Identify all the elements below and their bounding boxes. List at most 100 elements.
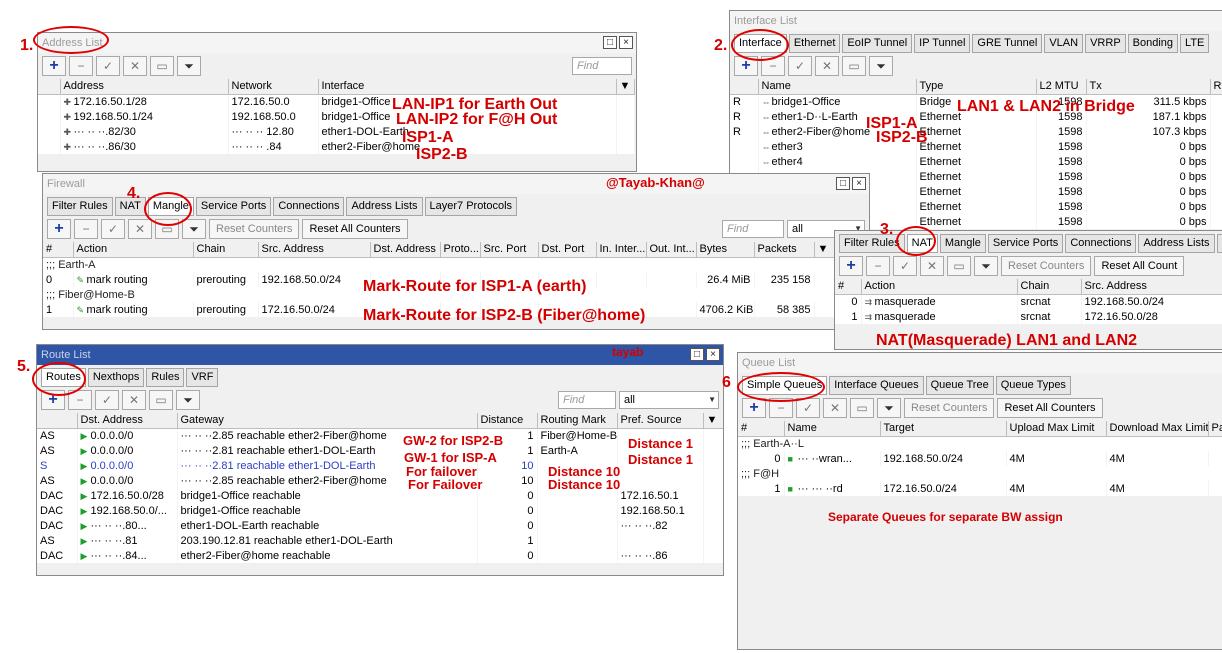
tab-filter-rules[interactable]: Filter Rules [47, 197, 113, 216]
tab-bonding[interactable]: Bonding [1127, 34, 1179, 53]
enable-icon[interactable]: ✓ [96, 56, 120, 76]
col-pa[interactable]: Pa [1208, 421, 1222, 437]
disable-icon[interactable]: ✕ [128, 219, 152, 239]
tab-ip-tunnel[interactable]: IP Tunnel [914, 34, 971, 53]
restore-button[interactable]: □ [603, 36, 617, 49]
disable-icon[interactable]: ✕ [920, 256, 944, 276]
tab-connections[interactable]: Connections [1065, 234, 1137, 253]
tab-connections[interactable]: Connections [273, 197, 345, 216]
tab-mangle[interactable]: Mangle [939, 234, 986, 253]
col-src-address[interactable]: Src. Address [258, 242, 371, 258]
reset-all-counters-button[interactable]: Reset All Count [1094, 256, 1185, 276]
tab-service-ports[interactable]: Service Ports [987, 234, 1064, 253]
filter-icon[interactable]: ⏷ [177, 56, 201, 76]
comment-icon[interactable]: ▭ [947, 256, 971, 276]
col-chain[interactable]: Chain [1017, 279, 1082, 295]
chevron-down-icon[interactable]: ▼ [703, 413, 723, 429]
close-button[interactable]: × [852, 177, 866, 190]
remove-icon[interactable]: − [866, 256, 890, 276]
add-icon[interactable]: + [839, 256, 863, 276]
disable-icon[interactable]: ✕ [122, 390, 146, 410]
remove-icon[interactable]: − [74, 219, 98, 239]
col-src-address[interactable]: Src. Address [1081, 279, 1222, 295]
table-row[interactable]: R ⇔ether2-Fiber@home Ethernet 1598 107.3 kbp… [730, 124, 1222, 139]
col-interface[interactable]: Interface [318, 79, 617, 95]
comment-icon[interactable]: ▭ [149, 390, 173, 410]
tab-rules[interactable]: Rules [146, 368, 185, 387]
tab-queue-tree[interactable]: Queue Tree [925, 376, 994, 395]
reset-all-counters-button[interactable]: Reset All Counters [997, 398, 1103, 418]
col-packets[interactable]: Packets [754, 242, 815, 258]
tab-layer7-protocols[interactable]: Layer7 Protocols [424, 197, 518, 216]
table-row[interactable]: AS ▶ 0.0.0.0/0 ··· ·· ··2.81 reachable ethe… [37, 443, 723, 458]
col-network[interactable]: Network [228, 79, 319, 95]
filter-icon[interactable]: ⏷ [182, 219, 206, 239]
add-icon[interactable]: + [42, 56, 66, 76]
col-rx[interactable]: Rx [1210, 79, 1222, 95]
tab-nexthops[interactable]: Nexthops [87, 368, 145, 387]
table-row[interactable]: AS ▶ 0.0.0.0/0 ··· ·· ··2.85 reachable ethe… [37, 428, 723, 443]
enable-icon[interactable]: ✓ [101, 219, 125, 239]
close-button[interactable]: × [706, 348, 720, 361]
col-bytes[interactable]: Bytes [696, 242, 755, 258]
tab-laye[interactable]: Laye [1216, 234, 1222, 253]
route-find-input[interactable]: Find [558, 391, 616, 409]
firewall-find-input[interactable]: Find [722, 220, 784, 238]
col--[interactable]: # [43, 242, 74, 258]
filter-icon[interactable]: ⏷ [877, 398, 901, 418]
tab-service-ports[interactable]: Service Ports [195, 197, 272, 216]
col-upload-max[interactable]: Upload Max Limit [1006, 421, 1107, 437]
col-dst-address[interactable]: Dst. Address [77, 413, 178, 429]
remove-icon[interactable]: − [69, 56, 93, 76]
col-dst-port[interactable]: Dst. Port [538, 242, 597, 258]
table-row[interactable]: 1 ■ ··· ··· ··rd 172.16.50.0/24 4M 4M [738, 481, 1222, 496]
tab-lte[interactable]: LTE [1180, 34, 1210, 53]
table-row[interactable]: DAC ▶ ··· ·· ··.80... ether1-DOL-Earth reac… [37, 518, 723, 533]
table-row[interactable]: ✚ ··· ·· ··.86/30 ··· ·· ·· .84 ether2-Fibe… [38, 139, 635, 154]
comment-icon[interactable]: ▭ [850, 398, 874, 418]
enable-icon[interactable]: ✓ [95, 390, 119, 410]
enable-icon[interactable]: ✓ [893, 256, 917, 276]
route-filter-select[interactable]: all [619, 391, 719, 409]
table-row[interactable]: ⇔ether4 Ethernet 1598 0 bps [730, 154, 1222, 169]
reset-counters-button[interactable]: Reset Counters [1001, 256, 1092, 276]
address-find-input[interactable]: Find [572, 57, 632, 75]
col-gateway[interactable]: Gateway [177, 413, 478, 429]
comment-icon[interactable]: ▭ [150, 56, 174, 76]
col-distance[interactable]: Distance [477, 413, 538, 429]
filter-icon[interactable]: ⏷ [869, 56, 893, 76]
enable-icon[interactable]: ✓ [796, 398, 820, 418]
reset-all-counters-button[interactable]: Reset All Counters [302, 219, 408, 239]
disable-icon[interactable]: ✕ [823, 398, 847, 418]
col-tx[interactable]: Tx [1086, 79, 1211, 95]
filter-icon[interactable]: ⏷ [974, 256, 998, 276]
tab-filter-rules[interactable]: Filter Rules [839, 234, 905, 253]
restore-button[interactable]: □ [836, 177, 850, 190]
col-download-max[interactable]: Download Max Limit [1106, 421, 1209, 437]
disable-icon[interactable]: ✕ [815, 56, 839, 76]
tab-vlan[interactable]: VLAN [1044, 34, 1084, 53]
disable-icon[interactable]: ✕ [123, 56, 147, 76]
table-row[interactable]: DAC ▶ ··· ·· ··.84... ether2-Fiber@home rea… [37, 548, 723, 563]
filter-icon[interactable]: ⏷ [176, 390, 200, 410]
tab-interface-queues[interactable]: Interface Queues [829, 376, 924, 395]
table-row[interactable]: AS ▶ ··· ·· ··.81 203.190.12.81 reachable e… [37, 533, 723, 548]
table-row[interactable]: ⇔ether3 Ethernet 1598 0 bps [730, 139, 1222, 154]
col-action[interactable]: Action [861, 279, 1018, 295]
col-num[interactable]: # [738, 421, 785, 437]
col-l2mtu[interactable]: L2 MTU [1036, 79, 1087, 95]
tab-vrf[interactable]: VRF [186, 368, 219, 387]
col-chain[interactable]: Chain [193, 242, 259, 258]
col-name[interactable]: Name [758, 79, 917, 95]
table-row[interactable]: 0 ⇉ masquerade srcnat 192.168.50.0/24 [835, 294, 1222, 309]
col-out-int-[interactable]: Out. Int... [646, 242, 697, 258]
enable-icon[interactable]: ✓ [788, 56, 812, 76]
col-routing-mark[interactable]: Routing Mark [537, 413, 618, 429]
col-action[interactable]: Action [73, 242, 194, 258]
reset-counters-button[interactable]: Reset Counters [209, 219, 300, 239]
col-address[interactable]: Address [60, 79, 229, 95]
add-icon[interactable]: + [47, 219, 71, 239]
close-button[interactable]: × [619, 36, 633, 49]
tab-eoip-tunnel[interactable]: EoIP Tunnel [842, 34, 913, 53]
table-row[interactable]: 0 ■ ··· ··wran... 192.168.50.0/24 4M 4M [738, 451, 1222, 466]
